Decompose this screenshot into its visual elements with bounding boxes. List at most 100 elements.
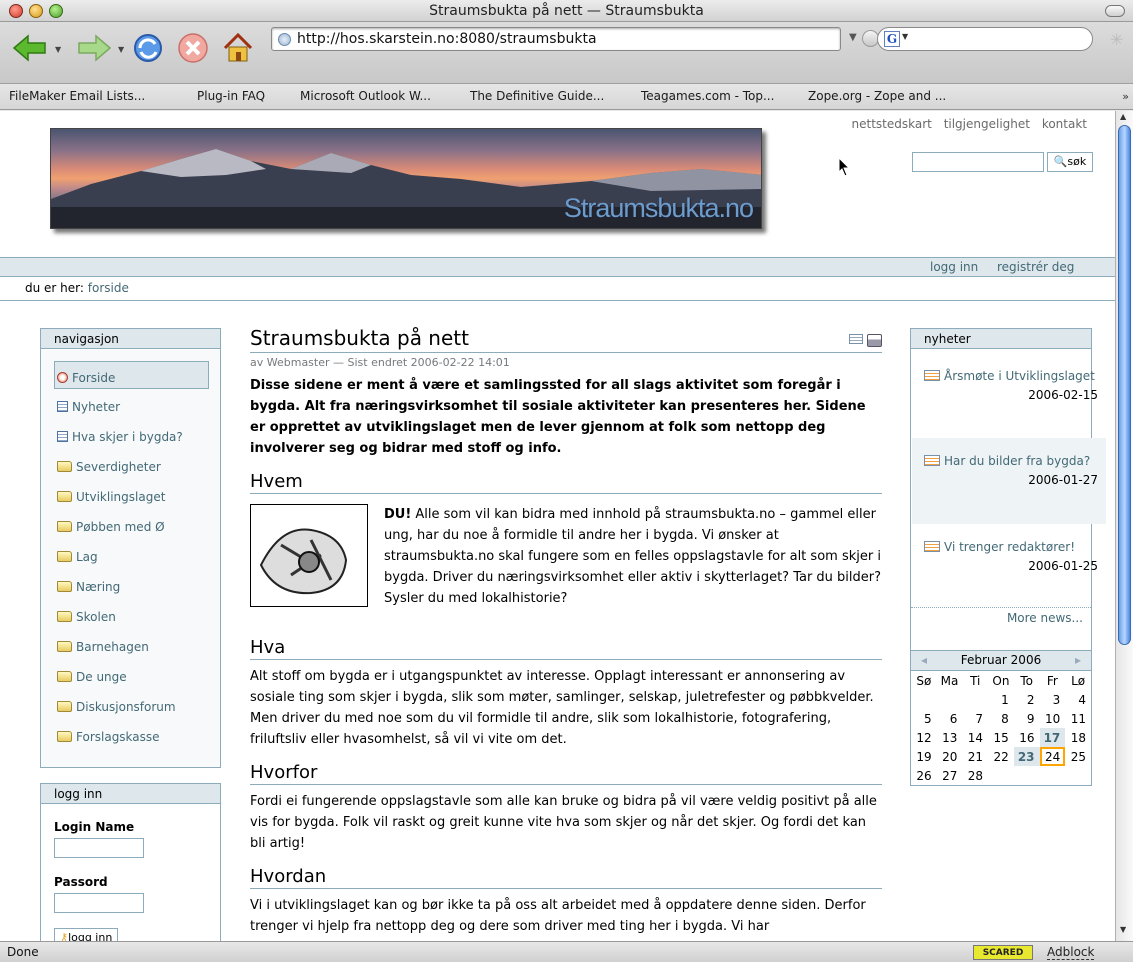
previous-month-icon[interactable]: ◂ xyxy=(921,651,927,670)
reload-button[interactable] xyxy=(130,30,166,66)
back-history-dropdown-icon[interactable]: ▼ xyxy=(55,45,61,54)
nav-item-forslagskasse[interactable]: Forslagskasse xyxy=(57,730,160,744)
calendar-day: 22 xyxy=(993,749,1009,764)
bookmark-item[interactable]: The Definitive Guide... xyxy=(470,89,604,103)
site-search-input[interactable] xyxy=(912,152,1044,172)
toolbar-toggle-button[interactable] xyxy=(1105,5,1125,17)
folder-icon xyxy=(57,701,72,712)
site-globe-icon xyxy=(278,33,291,46)
google-engine-icon[interactable]: G xyxy=(884,31,900,47)
calendar-day xyxy=(1040,766,1066,785)
forward-button[interactable] xyxy=(76,30,112,66)
news-title[interactable]: Har du bilder fra bygda? xyxy=(944,454,1090,468)
nav-item-skolen[interactable]: Skolen xyxy=(57,610,116,624)
scroll-up-icon[interactable]: ▲ xyxy=(1120,112,1126,121)
calendar-day: 19 xyxy=(916,749,932,764)
news-item[interactable]: Har du bilder fra bygda? 2006-01-27 xyxy=(912,438,1106,524)
site-actions: nettstedskart tilgjengelighet kontakt xyxy=(844,117,1087,131)
login-name-input[interactable] xyxy=(54,838,144,858)
back-button[interactable] xyxy=(12,30,48,66)
login-button-label: logg inn xyxy=(68,931,113,941)
next-month-icon[interactable]: ▸ xyxy=(1075,651,1081,670)
site-search-button[interactable]: 🔍søk xyxy=(1047,152,1093,172)
bookmark-item[interactable]: Plug-in FAQ xyxy=(197,89,265,103)
portlet-title: logg inn xyxy=(41,784,220,804)
nav-item-forside[interactable]: Forside xyxy=(57,371,115,385)
nav-item-pobben[interactable]: Pøbben med Ø xyxy=(57,520,165,534)
calendar-day: 2 xyxy=(1026,692,1035,707)
print-icon[interactable] xyxy=(867,334,882,347)
browser-window: Straumsbukta på nett — Straumsbukta ▼ ▼ … xyxy=(0,0,1133,962)
calendar-day: 25 xyxy=(1070,749,1086,764)
bookmark-item[interactable]: Microsoft Outlook W... xyxy=(300,89,431,103)
sitemap-link[interactable]: nettstedskart xyxy=(852,117,932,131)
nav-item-severdigheter[interactable]: Severdigheter xyxy=(57,460,161,474)
nav-label: Nyheter xyxy=(72,400,121,414)
nav-label: Pøbben med Ø xyxy=(76,520,165,534)
scroll-thumb[interactable] xyxy=(1118,125,1131,645)
site-logo-banner[interactable]: Straumsbukta.no xyxy=(50,128,762,229)
news-title[interactable]: Vi trenger redaktører! xyxy=(944,540,1075,554)
nav-item-naering[interactable]: Næring xyxy=(57,580,120,594)
calendar-day: 7 xyxy=(975,711,984,726)
password-input[interactable] xyxy=(54,893,144,913)
nav-item-utviklingslaget[interactable]: Utviklingslaget xyxy=(57,490,165,504)
hvordan-paragraph: Vi i utviklingslaget kan og bør ikke ta … xyxy=(250,898,866,934)
send-to-icon[interactable] xyxy=(849,334,863,344)
magnifier-icon: 🔍 xyxy=(1053,155,1068,168)
calendar-month: Februar 2006 xyxy=(960,653,1042,667)
nav-item-diskusjonsforum[interactable]: Diskusjonsforum xyxy=(57,700,176,714)
address-history-dropdown-icon[interactable]: ▼ xyxy=(849,32,857,43)
stop-button[interactable] xyxy=(175,30,211,66)
news-item[interactable]: Vi trenger redaktører! 2006-01-25 xyxy=(912,538,1106,576)
more-news-link[interactable]: More news... xyxy=(911,607,1091,629)
address-bar[interactable]: http://hos.skarstein.no:8080/straumsbukt… xyxy=(271,27,841,51)
scroll-down-icon[interactable]: ▼ xyxy=(1120,925,1126,934)
register-link[interactable]: registrér deg xyxy=(997,260,1074,274)
nav-item-barnehagen[interactable]: Barnehagen xyxy=(57,640,149,654)
adblock-button[interactable]: Adblock xyxy=(1047,945,1095,960)
news-icon xyxy=(924,455,940,466)
address-text[interactable]: http://hos.skarstein.no:8080/straumsbukt… xyxy=(297,31,597,47)
calendar-day: 4 xyxy=(1078,692,1086,707)
bookmark-item[interactable]: Teagames.com - Top... xyxy=(641,89,774,103)
folder-icon xyxy=(57,491,72,502)
news-item[interactable]: Årsmøte i Utviklingslaget 2006-02-15 xyxy=(912,367,1106,405)
heading-hva: Hva xyxy=(250,637,882,660)
nav-item-hva-skjer[interactable]: Hva skjer i bygda? xyxy=(57,430,183,444)
folder-icon xyxy=(57,611,72,622)
web-search-field[interactable]: G ▼ xyxy=(877,27,1093,51)
home-button[interactable] xyxy=(220,30,256,66)
portlet-title: navigasjon xyxy=(41,329,220,349)
document-description: Disse sidene er ment å være et samlingss… xyxy=(250,378,866,456)
calendar-day: 5 xyxy=(924,711,932,726)
calendar-event-day[interactable]: 17 xyxy=(1039,728,1066,747)
news-title[interactable]: Årsmøte i Utviklingslaget xyxy=(944,369,1095,383)
calendar-event-day[interactable]: 23 xyxy=(1013,747,1040,766)
nav-label: Utviklingslaget xyxy=(76,490,166,504)
contact-link[interactable]: kontakt xyxy=(1042,117,1087,131)
nav-item-nyheter[interactable]: Nyheter xyxy=(57,400,120,414)
vertical-scrollbar[interactable]: ▲ ▼ xyxy=(1115,111,1133,941)
calendar-day: 1 xyxy=(1001,692,1009,707)
home-icon xyxy=(223,32,253,62)
nav-label: Forslagskasse xyxy=(76,730,160,744)
document-byline: av Webmaster — Sist endret 2006-02-22 14… xyxy=(250,356,510,369)
bookmarks-overflow-button[interactable]: » xyxy=(1122,90,1129,103)
forward-history-dropdown-icon[interactable]: ▼ xyxy=(118,45,124,54)
engine-dropdown-icon[interactable]: ▼ xyxy=(902,32,908,41)
bookmark-item[interactable]: FileMaker Email Lists... xyxy=(9,89,145,103)
login-button[interactable]: ⚷logg inn xyxy=(54,928,119,941)
extension-badge[interactable]: SCARED xyxy=(973,945,1033,960)
site-search-label: søk xyxy=(1067,155,1087,168)
nav-item-lag[interactable]: Lag xyxy=(57,550,98,564)
login-link[interactable]: logg inn xyxy=(930,260,978,274)
weekday-label: Ma xyxy=(940,673,959,688)
nav-item-de-unge[interactable]: De unge xyxy=(57,670,127,684)
heading-hvem: Hvem xyxy=(250,471,882,494)
weekday-label: Sø xyxy=(916,673,932,688)
breadcrumb-home-link[interactable]: forside xyxy=(88,281,129,295)
bookmark-item[interactable]: Zope.org - Zope and ... xyxy=(808,89,946,103)
accessibility-link[interactable]: tilgjengelighet xyxy=(944,117,1030,131)
calendar-day: 27 xyxy=(942,768,958,783)
